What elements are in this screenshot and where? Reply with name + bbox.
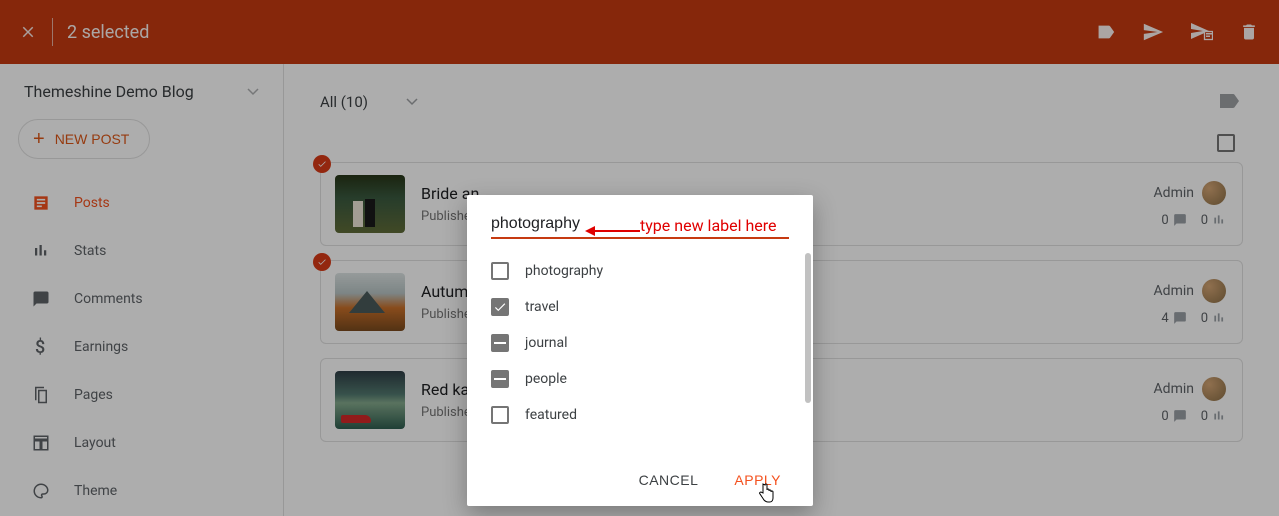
cancel-button[interactable]: CANCEL <box>631 466 707 494</box>
checkbox-icon <box>491 262 509 280</box>
label-name: featured <box>525 407 577 423</box>
label-input[interactable] <box>491 215 789 239</box>
label-option[interactable]: featured <box>491 397 789 433</box>
label-option[interactable]: photography <box>491 253 789 289</box>
label-option[interactable]: travel <box>491 289 789 325</box>
label-name: travel <box>525 299 559 315</box>
label-option[interactable]: journal <box>491 325 789 361</box>
checkbox-indeterminate-icon <box>491 370 509 388</box>
scrollbar[interactable] <box>805 253 811 403</box>
label-name: journal <box>525 335 568 351</box>
checkbox-checked-icon <box>491 298 509 316</box>
label-name: people <box>525 371 567 387</box>
checkbox-indeterminate-icon <box>491 334 509 352</box>
checkbox-icon <box>491 406 509 424</box>
label-name: photography <box>525 263 603 279</box>
label-option[interactable]: people <box>491 361 789 397</box>
apply-button[interactable]: APPLY <box>726 466 789 494</box>
labels-modal: photography travel journal people featur… <box>467 195 813 506</box>
